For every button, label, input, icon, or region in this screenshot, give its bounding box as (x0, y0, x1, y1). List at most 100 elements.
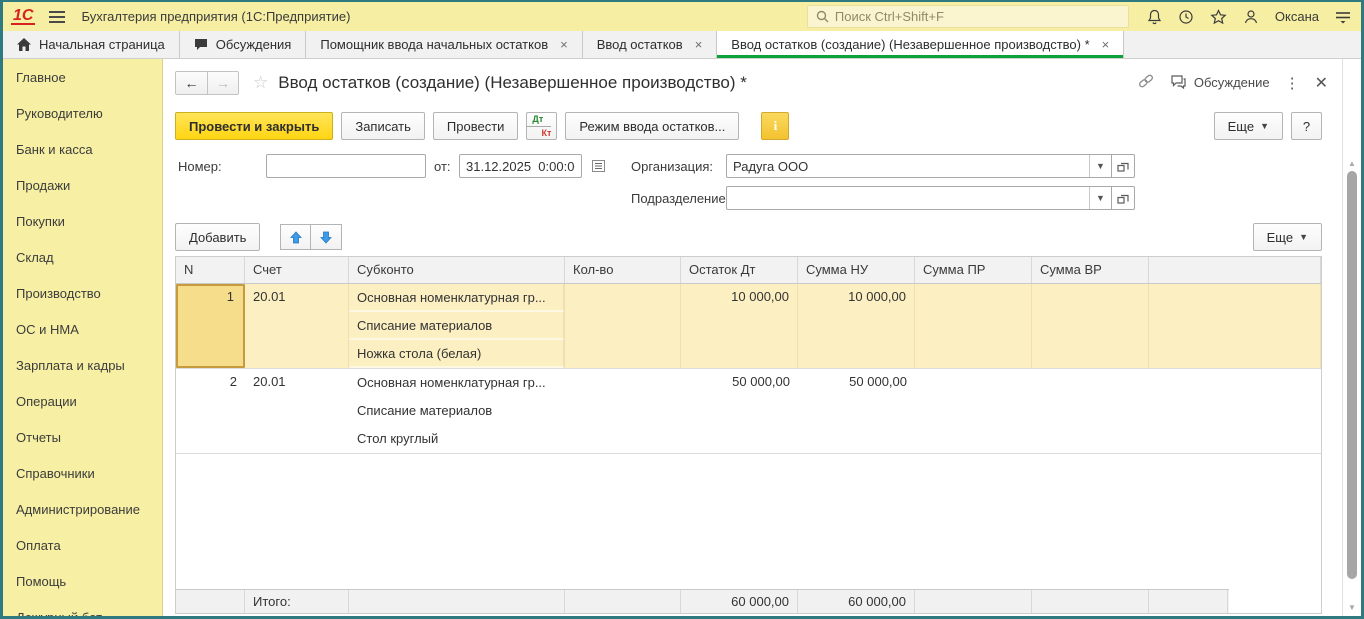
sidebar-item[interactable]: Дежурный бот (3, 599, 162, 617)
cell-sum-vr[interactable] (1032, 369, 1149, 453)
forward-arrow-button[interactable]: → (207, 71, 238, 94)
column-header[interactable]: Сумма ВР (1032, 257, 1149, 283)
subconto-line[interactable]: Списание материалов (349, 397, 565, 425)
get-link-icon[interactable] (1137, 73, 1155, 92)
add-favorite-star-icon[interactable]: ☆ (253, 73, 268, 93)
post-button[interactable]: Провести (432, 112, 519, 140)
date-input[interactable] (459, 154, 582, 178)
subconto-line[interactable]: Ножка стола (белая) (349, 340, 564, 368)
notifications-bell-icon[interactable] (1147, 9, 1162, 25)
cell-sum-nu[interactable]: 50 000,00 (798, 369, 915, 453)
user-icon[interactable] (1243, 9, 1259, 25)
sidebar-item[interactable]: Зарплата и кадры (3, 347, 162, 383)
sidebar-item[interactable]: Производство (3, 275, 162, 311)
post-and-close-button[interactable]: Провести и закрыть (175, 112, 334, 140)
organization-open-icon[interactable] (1111, 155, 1134, 177)
table-row[interactable]: 1 20.01 Основная номенклатурная гр... Списа… (176, 284, 1321, 369)
sidebar-item[interactable]: Продажи (3, 167, 162, 203)
cell-sum-pr[interactable] (915, 369, 1032, 453)
cell-sum-pr[interactable] (915, 284, 1032, 368)
sidebar-item[interactable]: Склад (3, 239, 162, 275)
close-form-icon[interactable]: ✕ (1315, 73, 1328, 93)
move-down-icon[interactable] (311, 224, 343, 250)
sidebar-item[interactable]: Администрирование (3, 491, 162, 527)
cell-balance-dt[interactable]: 50 000,00 (681, 369, 798, 453)
global-search-input[interactable]: Поиск Ctrl+Shift+F (806, 5, 1129, 28)
table-row[interactable]: 2 20.01 Основная номенклатурная гр... Списа… (176, 369, 1321, 454)
column-header[interactable]: Кол-во (565, 257, 681, 283)
scrollbar-thumb[interactable] (1347, 171, 1357, 579)
department-select[interactable]: ▼ (726, 186, 1135, 210)
sidebar-item[interactable]: Главное (3, 59, 162, 95)
cell-account[interactable]: 20.01 (245, 369, 349, 453)
department-open-icon[interactable] (1111, 187, 1134, 209)
history-icon[interactable] (1178, 9, 1194, 25)
tab-3[interactable]: Помощник ввода начальных остатков × (306, 31, 583, 58)
cell-n[interactable]: 2 (176, 369, 245, 453)
cell-subconto[interactable]: Основная номенклатурная гр... Списание ма… (349, 369, 565, 453)
help-button[interactable]: ? (1291, 112, 1322, 140)
balance-entry-mode-button[interactable]: Режим ввода остатков... (565, 112, 740, 140)
sidebar-item[interactable]: Оплата (3, 527, 162, 563)
tab-4[interactable]: Ввод остатков × (583, 31, 718, 58)
cell-extra[interactable] (1149, 284, 1321, 368)
department-dropdown-icon[interactable]: ▼ (1089, 187, 1111, 209)
cell-n[interactable]: 1 (176, 284, 245, 368)
sidebar-item[interactable]: Справочники (3, 455, 162, 491)
more-button-top[interactable]: Еще ▼ (1213, 112, 1283, 140)
sidebar-item[interactable]: Операции (3, 383, 162, 419)
cell-sum-vr[interactable] (1032, 284, 1149, 368)
cell-sum-nu[interactable]: 10 000,00 (798, 284, 915, 368)
discussion-label[interactable]: Обсуждение (1194, 75, 1270, 90)
organization-dropdown-icon[interactable]: ▼ (1089, 155, 1111, 177)
table-empty-area[interactable] (176, 454, 1321, 589)
move-up-icon[interactable] (280, 224, 312, 250)
user-name[interactable]: Оксана (1275, 9, 1319, 24)
tab-5[interactable]: Ввод остатков (создание) (Незавершенное … (717, 31, 1125, 58)
sidebar-item[interactable]: Помощь (3, 563, 162, 599)
column-header[interactable]: N (176, 257, 245, 283)
subconto-line[interactable]: Основная номенклатурная гр... (349, 284, 564, 312)
scroll-up-icon[interactable]: ▲ (1346, 159, 1358, 168)
cell-qty[interactable] (565, 369, 681, 453)
column-header[interactable]: Счет (245, 257, 349, 283)
cell-extra[interactable] (1149, 369, 1321, 453)
organization-select[interactable]: Радуга ООО ▼ (726, 154, 1135, 178)
column-header[interactable]: Сумма ПР (915, 257, 1032, 283)
sidebar-item[interactable]: Руководителю (3, 95, 162, 131)
more-button-table[interactable]: Еще ▼ (1252, 223, 1322, 251)
journal-list-icon[interactable] (589, 157, 607, 175)
sidebar-item[interactable]: Банк и касса (3, 131, 162, 167)
column-header[interactable]: Остаток Дт (681, 257, 798, 283)
scroll-down-icon[interactable]: ▼ (1346, 603, 1358, 612)
vertical-scrollbar[interactable]: ▲ ▼ (1343, 59, 1361, 616)
back-arrow-button[interactable]: ← (176, 71, 207, 94)
subconto-line[interactable]: Основная номенклатурная гр... (349, 369, 565, 397)
tab-close-icon[interactable]: × (1102, 37, 1110, 52)
column-header[interactable]: Сумма НУ (798, 257, 915, 283)
cell-qty[interactable] (565, 284, 681, 368)
subconto-line[interactable]: Стол круглый (349, 425, 565, 453)
more-dots-icon[interactable]: ⋮ (1285, 74, 1300, 92)
favorites-star-icon[interactable] (1210, 8, 1227, 25)
discussion-icon[interactable] (1170, 74, 1187, 92)
number-input[interactable] (266, 154, 426, 178)
sidebar-item[interactable]: ОС и НМА (3, 311, 162, 347)
tab-2[interactable]: Обсуждения (180, 31, 307, 58)
column-header[interactable]: Субконто (349, 257, 565, 283)
dt-kt-button[interactable]: Дт Кт (526, 112, 558, 140)
save-button[interactable]: Записать (341, 112, 425, 140)
info-icon[interactable]: i (761, 112, 790, 140)
sidebar-item[interactable]: Покупки (3, 203, 162, 239)
column-header[interactable] (1149, 257, 1321, 283)
subconto-line[interactable]: Списание материалов (349, 312, 564, 340)
add-row-button[interactable]: Добавить (175, 223, 261, 251)
sidebar-item[interactable]: Отчеты (3, 419, 162, 455)
cell-account[interactable]: 20.01 (245, 284, 349, 368)
tab-1[interactable]: Начальная страница (3, 31, 180, 58)
cell-subconto[interactable]: Основная номенклатурная гр... Списание ма… (349, 284, 565, 368)
tab-close-icon[interactable]: × (695, 37, 703, 52)
service-menu-icon[interactable] (1335, 10, 1351, 24)
cell-balance-dt[interactable]: 10 000,00 (681, 284, 798, 368)
main-menu-icon[interactable] (49, 8, 66, 26)
